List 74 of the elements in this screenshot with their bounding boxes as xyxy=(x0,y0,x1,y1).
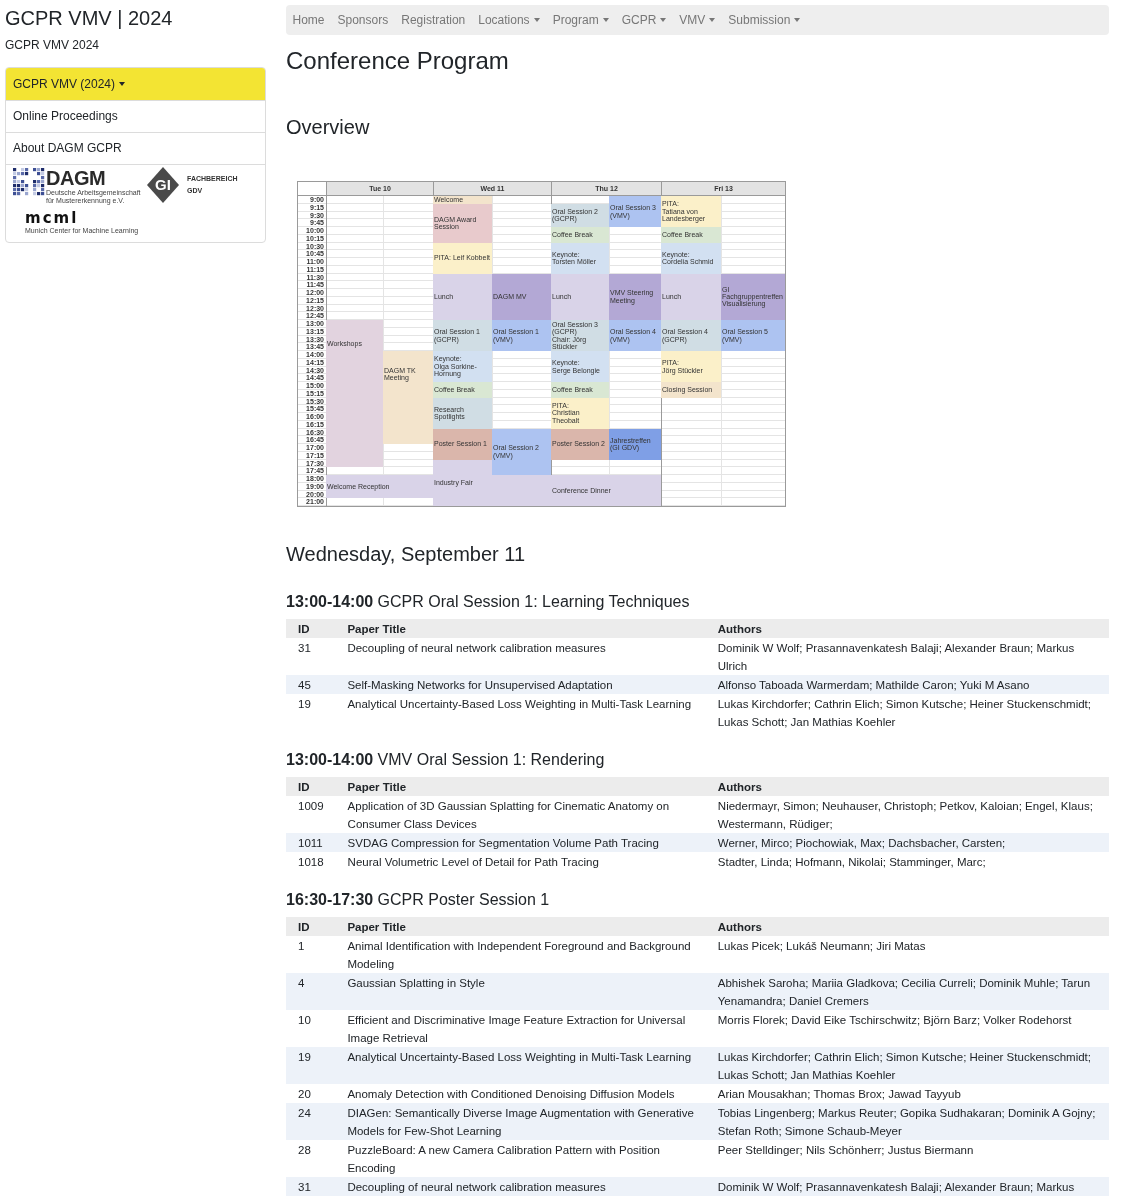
table-cell: Morris Florek; David Eike Tschirschwitz; Björn Barz; Volker Rodehorst xyxy=(705,1010,1109,1047)
nav-link[interactable]: Registration xyxy=(394,12,472,28)
session-heading: 13:00-14:00 VMV Oral Session 1: Rendering xyxy=(286,750,606,769)
nav-link[interactable]: Program xyxy=(546,12,616,28)
nav-link[interactable]: Locations xyxy=(471,12,547,28)
table-cell: 19 xyxy=(286,1047,336,1084)
table-cell: Decoupling of neural network calibration measures xyxy=(335,1177,706,1196)
table-cell: Stadter, Linda; Hofmann, Nikolai; Stamminger, Marc; xyxy=(705,852,1109,871)
column-header: ID xyxy=(286,917,336,936)
session-heading: 16:30-17:30 GCPR Poster Session 1 xyxy=(286,890,551,909)
table-cell: Gaussian Splatting in Style xyxy=(335,973,706,1010)
table-cell: SVDAG Compression for Segmentation Volume Path Tracing xyxy=(335,833,706,852)
table-cell: Application of 3D Gaussian Splatting for Cinematic Anatomy on Consumer Class Devices xyxy=(335,796,706,833)
sidebar-item[interactable]: Online Proceedings xyxy=(6,100,265,132)
table-cell: Analytical Uncertainty-Based Loss Weighting in Multi-Task Learning xyxy=(335,694,706,731)
table-cell: 31 xyxy=(286,638,336,675)
page-title: Conference Program xyxy=(286,46,509,75)
table-cell: 1 xyxy=(286,936,336,973)
logo-wordmark: DAGM xyxy=(46,168,106,188)
table-cell: 4 xyxy=(286,973,336,1010)
column-header: Authors xyxy=(705,917,1109,936)
table-cell: 45 xyxy=(286,675,336,694)
table-cell: 28 xyxy=(286,1140,336,1177)
table-cell: 10 xyxy=(286,1010,336,1047)
table-cell: Niedermayr, Simon; Neuhauser, Christoph; Petkov, Kaloian; Engel, Klaus; Westermann, Rüdiger; xyxy=(705,796,1109,833)
session-heading: 13:00-14:00 GCPR Oral Session 1: Learning Techniques xyxy=(286,592,691,611)
nav-link[interactable]: Home xyxy=(286,12,331,28)
nav-link[interactable]: Submission xyxy=(721,12,807,28)
table-cell: Animal Identification with Independent Foreground and Background Modeling xyxy=(335,936,706,973)
sidebar-item[interactable]: GCPR VMV (2024) xyxy=(6,68,265,100)
table-cell: PuzzleBoard: A new Camera Calibration Pattern with Position Encoding xyxy=(335,1140,706,1177)
table-cell: DIAGen: Semantically Diverse Image Augmentation with Generative Models for Few-Shot Learning xyxy=(335,1103,706,1140)
day-heading: Wednesday, September 11 xyxy=(286,542,526,566)
table-cell: Lukas Picek; Lukáš Neumann; Jiri Matas xyxy=(705,936,1109,973)
section-heading: Overview xyxy=(286,115,370,139)
table-cell: Tobias Lingenberg; Markus Reuter; Gopika Sudhakaran; Dominik A Gojny; Stefan Roth; Simone Schaub-Meyer xyxy=(705,1103,1109,1140)
table-cell: Dominik W Wolf; Prasannavenkatesh Balaji; Alexander Braun; Markus Ulrich xyxy=(705,638,1109,675)
table-cell: 1009 xyxy=(286,796,336,833)
table-cell: Neural Volumetric Level of Detail for Path Tracing xyxy=(335,852,706,871)
column-header: Paper Title xyxy=(335,917,706,936)
nav-link[interactable]: GCPR xyxy=(615,12,673,28)
table-cell: Lukas Kirchdorfer; Cathrin Elich; Simon Kutsche; Heiner Stuckenschmidt; Lukas Schott; Jan Mathias Koehler xyxy=(705,1047,1109,1084)
table-cell: Decoupling of neural network calibration measures xyxy=(335,638,706,675)
table-cell: Dominik W Wolf; Prasannavenkatesh Balaji; Alexander Braun; Markus xyxy=(705,1177,1109,1196)
column-header: Paper Title xyxy=(335,777,706,796)
column-header: Authors xyxy=(705,777,1109,796)
table-cell: 24 xyxy=(286,1103,336,1140)
table-cell: Efficient and Discriminative Image Feature Extraction for Universal Image Retrieval xyxy=(335,1010,706,1047)
sidebar-item[interactable]: About DAGM GCPR xyxy=(6,132,265,164)
column-header: Authors xyxy=(705,619,1109,638)
table-cell: Abhishek Saroha; Mariia Gladkova; Cecilia Curreli; Dominik Muhle; Tarun Yenamandra; Daniel Cremers xyxy=(705,973,1109,1010)
table-cell: 1018 xyxy=(286,852,336,871)
site-subtitle: GCPR VMV 2024 xyxy=(5,38,100,53)
table-cell: 31 xyxy=(286,1177,336,1196)
table-cell: 20 xyxy=(286,1084,336,1103)
nav-link[interactable]: Sponsors xyxy=(331,12,395,28)
table-cell: 19 xyxy=(286,694,336,731)
table-cell: Arian Mousakhan; Thomas Brox; Jawad Tayyub xyxy=(705,1084,1109,1103)
column-header: Paper Title xyxy=(335,619,706,638)
logo-wordmark: mcml xyxy=(25,212,79,225)
table-cell: Analytical Uncertainty-Based Loss Weighting in Multi-Task Learning xyxy=(335,1047,706,1084)
dots-grid-icon xyxy=(13,168,45,196)
site-title[interactable]: GCPR VMV | 2024 xyxy=(5,6,173,30)
table-cell: Alfonso Taboada Warmerdam; Mathilde Caron; Yuki M Asano xyxy=(705,675,1109,694)
table-cell: Werner, Mirco; Piochowiak, Max; Dachsbacher, Carsten; xyxy=(705,833,1109,852)
table-cell: Anomaly Detection with Conditioned Denoising Diffusion Models xyxy=(335,1084,706,1103)
nav-link[interactable]: VMV xyxy=(672,12,722,28)
column-header: ID xyxy=(286,777,336,796)
diamond-logo: GI xyxy=(147,167,179,203)
table-cell: 1011 xyxy=(286,833,336,852)
table-cell: Self-Masking Networks for Unsupervised Adaptation xyxy=(335,675,706,694)
table-cell: Peer Stelldinger; Nils Schönherr; Justus Biermann xyxy=(705,1140,1109,1177)
table-cell: Lukas Kirchdorfer; Cathrin Elich; Simon Kutsche; Heiner Stuckenschmidt; Lukas Schott; Jan Mathias Koehler xyxy=(705,694,1109,731)
column-header: ID xyxy=(286,619,336,638)
